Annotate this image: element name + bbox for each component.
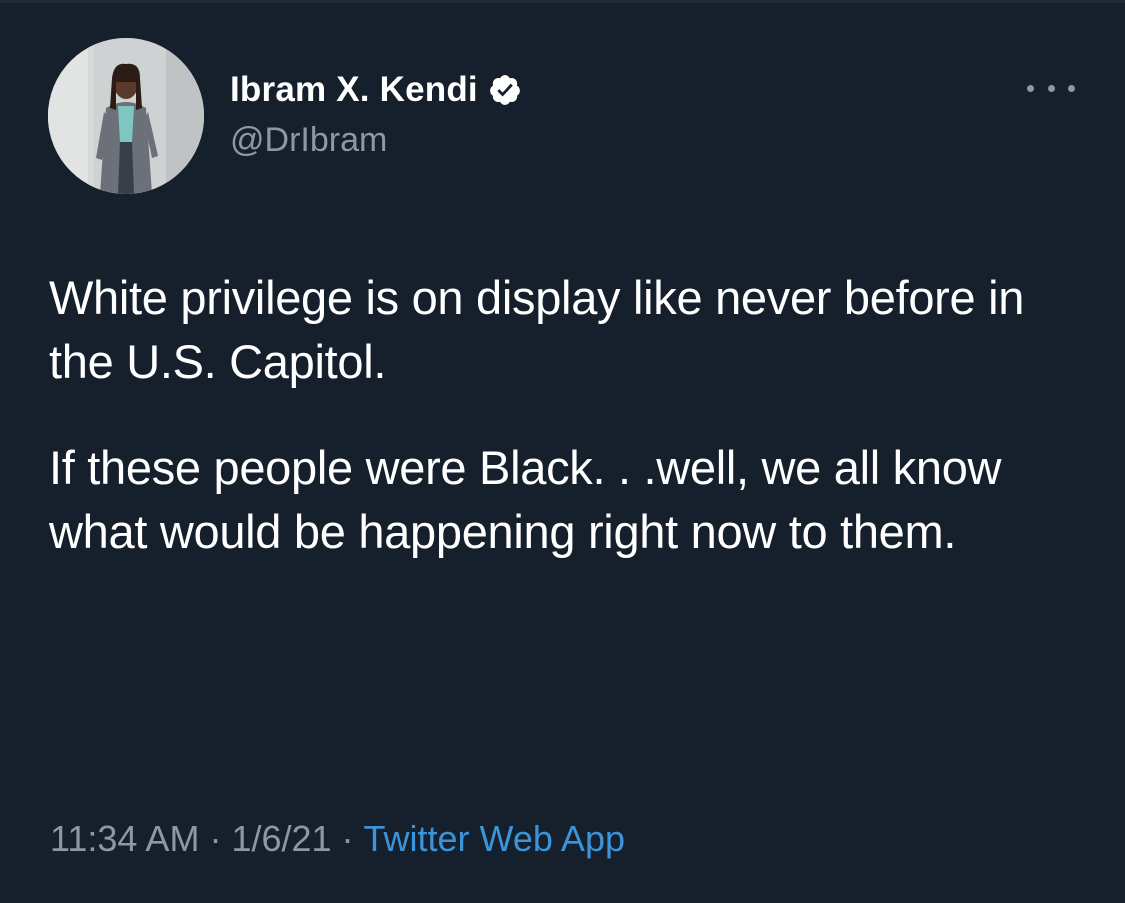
verified-badge-icon [489,75,520,105]
top-divider [0,0,1125,3]
author-display-name[interactable]: Ibram X. Kendi [230,70,478,110]
tweet-text: White privilege is on display like never… [49,266,1089,564]
tweet-card: Ibram X. Kendi @DrIbram White privilege … [0,0,1125,903]
dot [1027,84,1034,92]
dot [1068,84,1075,92]
tweet-metadata: 11:34 AM · 1/6/21 · Twitter Web App [50,818,625,860]
profile-photo-icon [48,38,204,194]
tweet-time[interactable]: 11:34 AM [50,818,199,860]
author-name-row: Ibram X. Kendi [230,70,522,110]
tweet-date[interactable]: 1/6/21 [231,818,331,860]
tweet-paragraph: White privilege is on display like never… [49,271,1025,388]
ellipsis-icon[interactable] [1027,76,1075,100]
avatar[interactable] [48,38,204,194]
separator: · [209,818,222,859]
separator: · [341,818,354,859]
tweet-paragraph: If these people were Black. . .well, we … [49,441,1002,558]
dot [1047,84,1055,92]
tweet-source-link[interactable]: Twitter Web App [364,818,625,860]
author-handle[interactable]: @DrIbram [230,121,387,160]
